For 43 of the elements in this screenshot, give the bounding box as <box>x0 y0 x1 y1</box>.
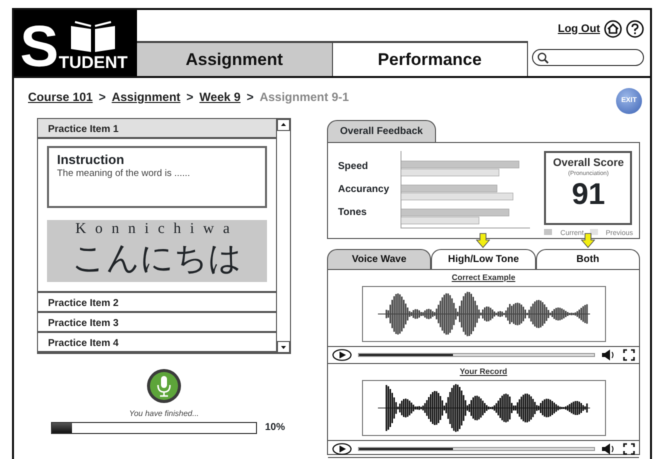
breadcrumb-separator: > <box>246 89 254 106</box>
kana-text: こんにちは <box>71 238 243 278</box>
progress-percent: 10% <box>265 421 286 435</box>
scroll-down-icon[interactable] <box>277 341 290 353</box>
breadcrumb-link[interactable]: Assignment <box>112 88 180 106</box>
breadcrumb-link[interactable]: Week 9 <box>199 88 241 106</box>
microphone-button[interactable] <box>146 368 182 404</box>
search-field[interactable] <box>532 49 644 66</box>
status-text: You have finished... <box>128 408 200 420</box>
accordion-header[interactable]: Practice Item 1 <box>38 119 276 139</box>
view-tab[interactable]: Voice Wave <box>327 249 432 269</box>
view-tab[interactable]: High/Low Tone <box>431 249 536 269</box>
score-value: 91 <box>570 179 606 211</box>
fullscreen-icon[interactable] <box>623 349 635 361</box>
feedback-tab[interactable]: Overall Feedback <box>327 120 436 142</box>
seek-bar[interactable] <box>358 353 595 357</box>
logo-text: TUDENT <box>58 54 128 72</box>
logo-letter: S <box>20 22 59 72</box>
search-icon <box>537 52 549 64</box>
breadcrumb-separator: > <box>98 89 106 106</box>
category-label: Speed <box>338 160 370 174</box>
instruction-text: The meaning of the word is ...... <box>57 167 192 181</box>
scroll-up-icon[interactable] <box>277 119 290 131</box>
breadcrumb-current: Assignment 9-1 <box>260 89 349 106</box>
play-icon[interactable] <box>332 349 352 361</box>
breadcrumb-separator: > <box>186 89 194 106</box>
seek-bar[interactable] <box>358 447 595 451</box>
instruction-title: Instruction <box>57 152 126 167</box>
view-tab[interactable]: Both <box>536 249 640 269</box>
player-title: Your Record <box>458 366 508 378</box>
home-icon[interactable] <box>604 20 622 38</box>
help-icon[interactable] <box>626 20 644 38</box>
player-title: Correct Example <box>450 272 516 284</box>
log-out-link[interactable]: Log Out <box>558 20 600 37</box>
romaji-text: Konnichiwa <box>74 220 240 238</box>
category-label: Tones <box>338 206 368 220</box>
category-label: Accurancy <box>338 183 390 197</box>
fullscreen-icon[interactable] <box>623 443 635 455</box>
breadcrumb-link[interactable]: Course 101 <box>28 88 93 106</box>
play-icon[interactable] <box>332 443 352 455</box>
nav-tab[interactable]: Assignment <box>137 43 332 76</box>
scrollbar[interactable] <box>276 119 290 353</box>
score-title: Overall Score <box>552 157 625 170</box>
